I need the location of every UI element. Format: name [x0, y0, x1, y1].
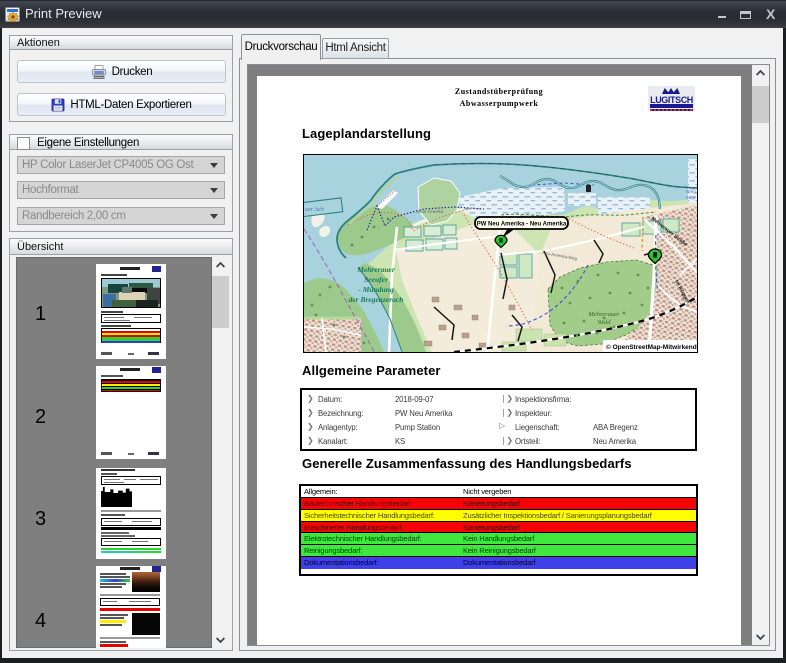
svg-text:uer Ach: uer Ach: [305, 207, 324, 213]
svg-text:Wald: Wald: [597, 319, 611, 326]
svg-text:© OpenStreetMap-Mitwirkende: © OpenStreetMap-Mitwirkende: [606, 343, 697, 351]
svg-text:Sege: Sege: [686, 195, 697, 200]
svg-text:PW Neu Amerika - Neu Amerika: PW Neu Amerika - Neu Amerika: [477, 222, 567, 228]
svg-text:der Bregenzerach: der Bregenzerach: [349, 295, 404, 304]
svg-text:Mehrerauer: Mehrerauer: [587, 311, 620, 318]
svg-text:Breg: Breg: [686, 189, 696, 194]
svg-text:- Mündung: - Mündung: [358, 285, 393, 294]
svg-text:Seeufer: Seeufer: [364, 275, 388, 284]
svg-text:Mehrerauer: Mehrerauer: [356, 265, 395, 274]
svg-text:Neue Amerika: Neue Amerika: [416, 209, 444, 214]
